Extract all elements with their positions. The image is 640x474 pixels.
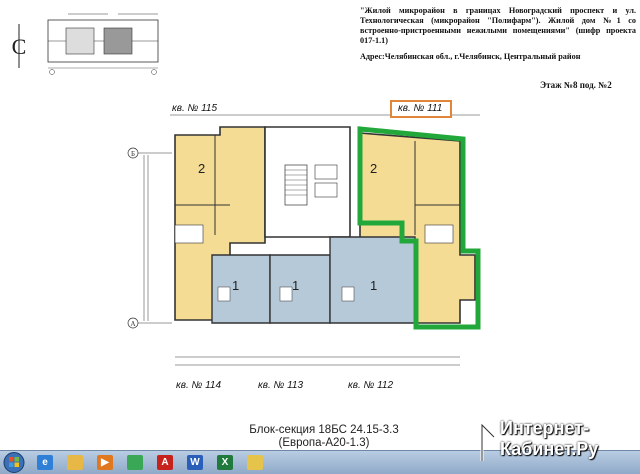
floor-entrance-label: Этаж №8 под. №2 xyxy=(540,80,612,90)
acrobat-icon: A xyxy=(157,455,173,470)
axis-label-bottom: А xyxy=(130,320,135,328)
site-watermark: Интернет- Кабинет.Ру xyxy=(480,418,632,472)
axis-label-top: Б xyxy=(131,150,135,158)
apartment-label-113: кв. № 113 xyxy=(258,380,304,391)
excel-taskbar-button[interactable]: X xyxy=(210,453,240,472)
key-plan xyxy=(47,13,159,75)
room-mark-111: 2 xyxy=(370,161,377,176)
apartment-label-115: кв. № 115 xyxy=(172,103,218,114)
image-viewer-icon xyxy=(247,455,263,470)
watermark-logo-icon xyxy=(480,423,496,461)
excel-icon: X xyxy=(217,455,233,470)
floor-plan-sheet: С "Жилой микрорайон в границах Новоградс… xyxy=(0,0,640,450)
start-button-icon[interactable] xyxy=(2,451,26,474)
room-mark-115: 2 xyxy=(198,161,205,176)
section-caption-line1: Блок-секция 18БС 24.15-3.3 xyxy=(249,424,399,436)
apartment-label-112: кв. № 112 xyxy=(348,380,394,391)
project-title: "Жилой микрорайон в границах Новоградски… xyxy=(360,6,636,45)
project-address: Адрес:Челябинская обл., г.Челябинск, Цен… xyxy=(360,52,581,61)
watermark-line2: Кабинет.Ру xyxy=(500,439,599,459)
floor-plan-drawing: Б А 2 2 1 1 1 xyxy=(127,114,481,366)
project-info: "Жилой микрорайон в границах Новоградски… xyxy=(360,6,636,62)
acrobat-taskbar-button[interactable]: A xyxy=(150,453,180,472)
apartment-label-111: кв. № 111 xyxy=(390,100,453,118)
folder-icon xyxy=(67,455,83,470)
word-icon: W xyxy=(187,455,203,470)
watermark-line1: Интернет- xyxy=(500,418,590,438)
section-caption-line2: (Европа-А20-1.3) xyxy=(278,437,370,449)
media-player-icon: ▶ xyxy=(97,455,113,470)
media-player-taskbar-button[interactable]: ▶ xyxy=(90,453,120,472)
ie-icon: e xyxy=(37,455,53,470)
chrome-taskbar-button[interactable] xyxy=(120,453,150,472)
room-mark-113: 1 xyxy=(292,278,299,293)
apartment-label-114: кв. № 114 xyxy=(176,380,222,391)
image-viewer-taskbar-button[interactable] xyxy=(240,453,270,472)
word-taskbar-button[interactable]: W xyxy=(180,453,210,472)
chrome-icon xyxy=(127,455,143,470)
ie-taskbar-button[interactable]: e xyxy=(30,453,60,472)
room-mark-112: 1 xyxy=(370,278,377,293)
folder-taskbar-button[interactable] xyxy=(60,453,90,472)
room-mark-114: 1 xyxy=(232,278,239,293)
